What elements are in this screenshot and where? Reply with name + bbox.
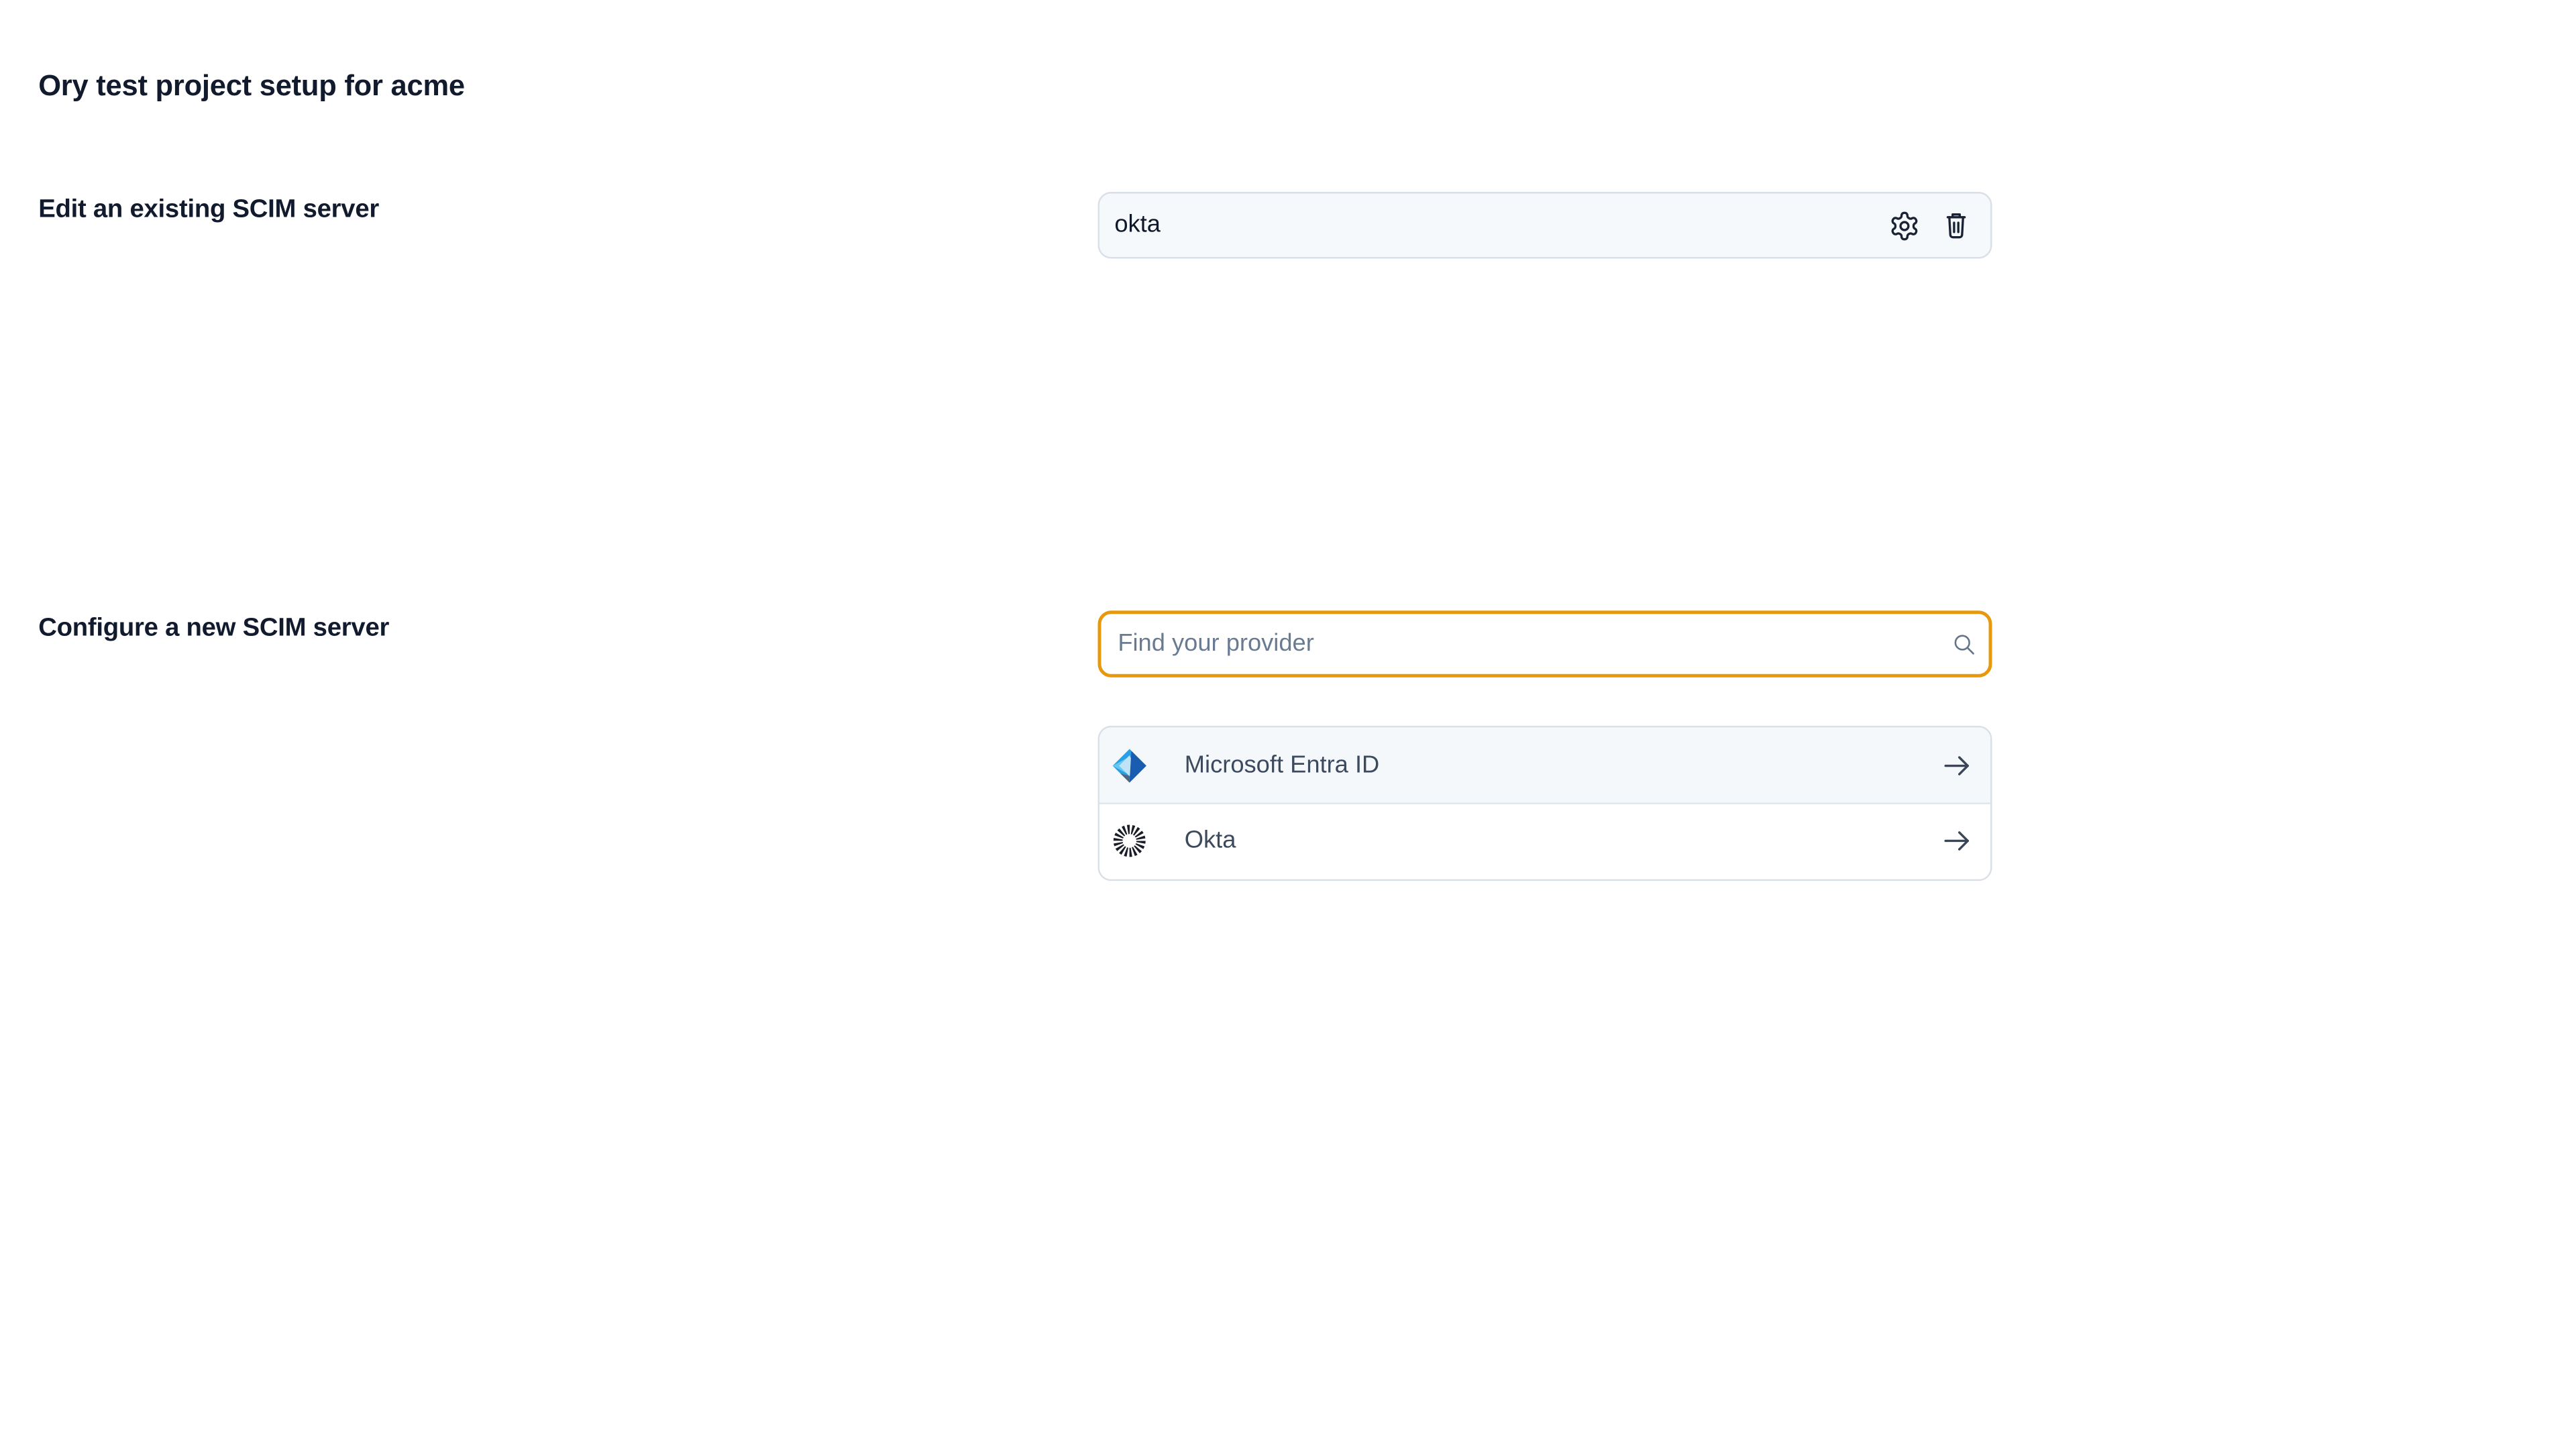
trash-icon [1939, 209, 1971, 241]
delete-server-button[interactable] [1939, 209, 1972, 242]
scim-setup-page: Ory test project setup for acme Edit an … [0, 0, 2576, 1449]
okta-logo [1111, 823, 1148, 860]
provider-search [1097, 610, 1992, 677]
provider-list: Microsoft Entra ID Okta [1097, 726, 1992, 880]
page-title: Ory test project setup for acme [38, 68, 465, 103]
server-name: okta [1114, 212, 1887, 239]
edit-scim-heading: Edit an existing SCIM server [38, 195, 379, 225]
gear-icon [1888, 209, 1919, 241]
arrow-right-icon [1939, 823, 1976, 860]
provider-label: Microsoft Entra ID [1185, 752, 1939, 779]
configure-server-button[interactable] [1887, 209, 1921, 242]
provider-label: Okta [1185, 828, 1939, 855]
configure-scim-heading: Configure a new SCIM server [38, 614, 389, 644]
provider-row-microsoft-entra-id[interactable]: Microsoft Entra ID [1099, 727, 1990, 803]
existing-server-row[interactable]: okta [1097, 192, 1992, 258]
arrow-right-icon [1939, 747, 1976, 784]
provider-row-okta[interactable]: Okta [1099, 803, 1990, 879]
microsoft-entra-id-logo [1111, 747, 1148, 784]
provider-search-input[interactable] [1097, 610, 1992, 677]
